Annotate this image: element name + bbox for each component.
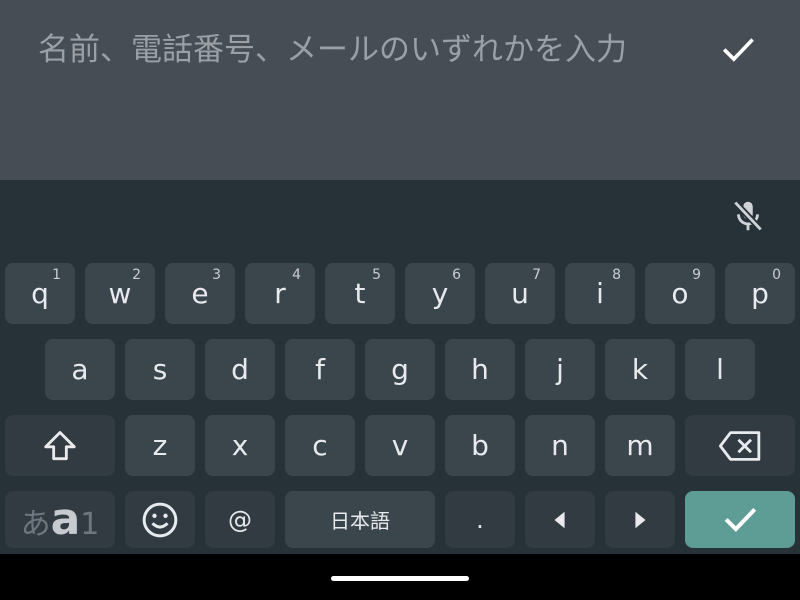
key-e[interactable]: e 3 <box>165 263 235 324</box>
key-y[interactable]: y 6 <box>405 263 475 324</box>
key-label: f <box>315 353 325 386</box>
key-hint: 9 <box>692 267 701 283</box>
key-b[interactable]: b <box>445 415 515 476</box>
backspace-icon <box>718 430 761 461</box>
key-hint: 8 <box>612 267 621 283</box>
key-hint: 6 <box>452 267 461 283</box>
key-u[interactable]: u 7 <box>485 263 555 324</box>
key-label: y <box>431 277 449 310</box>
key-label: t <box>354 277 366 310</box>
key-label: s <box>152 353 168 386</box>
key-label: i <box>596 277 604 310</box>
cursor-left-key[interactable] <box>525 491 595 548</box>
key-label: 日本語 <box>330 509 390 533</box>
contact-search-input[interactable] <box>0 0 700 100</box>
key-r[interactable]: r 4 <box>245 263 315 324</box>
key-label: a <box>71 353 89 386</box>
emoji-key[interactable] <box>125 491 195 548</box>
mode-alpha-label: a <box>50 494 81 546</box>
key-label: . <box>476 505 484 534</box>
key-label: o <box>671 277 689 310</box>
system-navigation-bar <box>0 554 800 600</box>
cursor-right-icon <box>635 511 646 528</box>
cursor-right-key[interactable] <box>605 491 675 548</box>
emoji-icon <box>142 502 178 537</box>
shift-key[interactable] <box>5 415 115 476</box>
home-gesture-handle[interactable] <box>331 576 469 581</box>
submit-button[interactable] <box>710 22 766 78</box>
shift-icon <box>44 430 76 460</box>
key-label: h <box>471 353 489 386</box>
key-n[interactable]: n <box>525 415 595 476</box>
key-hint: 1 <box>52 267 61 283</box>
key-hint: 2 <box>132 267 141 283</box>
key-h[interactable]: h <box>445 339 515 400</box>
key-label: x <box>231 429 249 462</box>
key-label: g <box>391 353 409 386</box>
enter-key[interactable] <box>685 491 795 548</box>
key-label: n <box>551 429 569 462</box>
key-label: r <box>274 277 286 310</box>
key-k[interactable]: k <box>605 339 675 400</box>
voice-input-button[interactable] <box>724 192 772 240</box>
space-key[interactable]: 日本語 <box>285 491 435 548</box>
key-label: e <box>191 277 209 310</box>
key-label: l <box>716 353 724 386</box>
key-label: d <box>231 353 249 386</box>
check-icon <box>722 38 754 62</box>
key-l[interactable]: l <box>685 339 755 400</box>
key-hint: 4 <box>292 267 301 283</box>
key-a[interactable]: a <box>45 339 115 400</box>
key-hint: 3 <box>212 267 221 283</box>
key-label: w <box>108 277 132 310</box>
key-hint: 0 <box>772 267 781 283</box>
key-z[interactable]: z <box>125 415 195 476</box>
key-label: p <box>751 277 769 310</box>
key-label: u <box>511 277 529 310</box>
key-label: j <box>556 353 564 386</box>
key-v[interactable]: v <box>365 415 435 476</box>
backspace-key[interactable] <box>685 415 795 476</box>
key-j[interactable]: j <box>525 339 595 400</box>
check-icon <box>724 507 757 532</box>
key-m[interactable]: m <box>605 415 675 476</box>
key-t[interactable]: t 5 <box>325 263 395 324</box>
key-label: c <box>312 429 328 462</box>
key-label: q <box>31 277 49 310</box>
input-area <box>0 0 800 180</box>
key-hint: 5 <box>372 267 381 283</box>
key-w[interactable]: w 2 <box>85 263 155 324</box>
period-key[interactable]: . <box>445 491 515 548</box>
keyboard-toolbar <box>0 180 800 252</box>
key-label: v <box>391 429 409 462</box>
screen: q 1 w 2 e 3 r 4 t 5 y 6 u 7 i 8 <box>0 0 800 600</box>
key-label: b <box>471 429 489 462</box>
key-p[interactable]: p 0 <box>725 263 795 324</box>
key-c[interactable]: c <box>285 415 355 476</box>
key-x[interactable]: x <box>205 415 275 476</box>
key-label: m <box>626 429 654 462</box>
key-o[interactable]: o 9 <box>645 263 715 324</box>
mode-hiragana-label: あ <box>20 507 51 542</box>
input-mode-key[interactable]: あ a 1 <box>5 491 115 548</box>
key-label: @ <box>228 505 252 534</box>
at-key[interactable]: @ <box>205 491 275 548</box>
key-label: z <box>152 429 168 462</box>
key-q[interactable]: q 1 <box>5 263 75 324</box>
mode-number-label: 1 <box>80 507 100 542</box>
mic-off-icon <box>733 200 763 232</box>
key-hint: 7 <box>532 267 541 283</box>
software-keyboard: q 1 w 2 e 3 r 4 t 5 y 6 u 7 i 8 o 9 p 0 … <box>0 180 800 554</box>
key-label: k <box>631 353 649 386</box>
key-s[interactable]: s <box>125 339 195 400</box>
key-i[interactable]: i 8 <box>565 263 635 324</box>
key-g[interactable]: g <box>365 339 435 400</box>
key-f[interactable]: f <box>285 339 355 400</box>
key-d[interactable]: d <box>205 339 275 400</box>
cursor-left-icon <box>554 511 565 528</box>
